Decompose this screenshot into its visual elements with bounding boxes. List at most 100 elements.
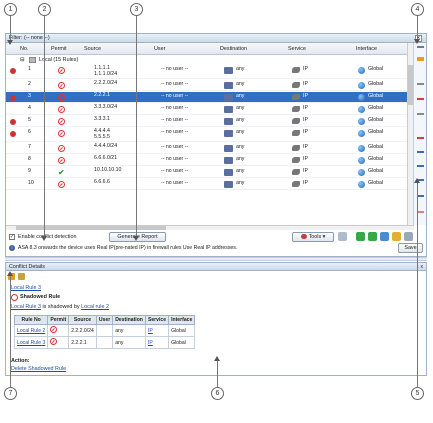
toolbar-icon[interactable] [417,113,424,115]
folder-icon [29,57,36,63]
col-user[interactable]: User [154,46,165,52]
conflict-rule-link[interactable]: Local Rule 3 [13,336,49,349]
move-down-icon[interactable] [368,232,377,241]
copy-icon[interactable] [404,232,413,241]
conflict-service[interactable]: IP [144,336,170,349]
move-to-icon[interactable] [380,232,389,241]
toolbar-icon[interactable] [417,211,424,213]
col-no[interactable]: No. [20,46,28,52]
rule-destination: any [236,93,245,99]
conflict-flag-icon[interactable] [10,119,16,125]
move-up-icon[interactable] [356,232,365,241]
callout-7-arrow [7,271,13,276]
rule-row[interactable]: 4 3.3.3.0/24 -- no user -- any IP Global [6,104,414,115]
rule-number: 7 [28,144,31,150]
rule-user: -- no user -- [161,129,189,135]
callout-4-arrow [414,39,420,44]
globe-icon [358,145,365,152]
toolbar-icon[interactable] [417,195,424,197]
conflict-details-title-bar: Conflict Details ↕ x [6,263,426,271]
rule-user: -- no user -- [161,180,189,186]
shadowing-rule-link[interactable]: Local rule 2 [81,304,109,310]
rule-row[interactable]: 9 ✔ 10.10.10.10 -- no user -- any IP Global [6,167,414,178]
edit-icon[interactable] [392,232,401,241]
conflict-detection-checkbox[interactable]: ✓ [9,234,15,240]
shadowed-rule-link[interactable]: Local Rule 3 [11,304,41,310]
toolbar-icon[interactable] [417,98,424,100]
conflict-service[interactable]: IP [144,324,170,337]
toolbar-icon[interactable] [417,57,424,61]
toolbar-icon[interactable] [417,151,424,153]
network-icon [224,94,233,101]
service-icon [292,82,300,88]
rule-source: 3.3.3.1 [94,116,110,122]
rule-row[interactable]: 10 6.6.6.6 -- no user -- any IP Global [6,179,414,190]
rule-row[interactable]: 6 4.4.4.4 5.5.5.5 -- no user -- any IP Global [6,128,414,142]
th-service: Service [144,315,170,325]
rule-source: 6.6.6.0/21 [94,155,118,161]
rule-row[interactable]: 1 1.1.1.1 1.1.1.0/24 -- no user -- any IP Glo… [6,65,414,79]
service-icon [292,94,300,100]
callout-5-arrow [414,178,420,183]
conflict-interface: Global [168,336,196,349]
delete-shadowed-rule-link[interactable]: Delete Shadowed Rule [11,366,66,372]
rule-user: -- no user -- [161,168,189,174]
grid-horizontal-scrollbar[interactable] [6,225,414,230]
callout-6-leader [217,360,218,387]
conflict-flag-icon[interactable] [10,68,16,74]
col-interface[interactable]: Interface [356,46,377,52]
filter-tool-icon[interactable] [338,232,347,241]
group-local[interactable]: ⊟ Local (15 Rules) [6,55,414,65]
toolbar-icon[interactable] [417,137,424,139]
callout-4-leader [417,16,418,40]
scroll-thumb[interactable] [16,226,166,230]
tools-menu-button[interactable]: Tools ▾ [292,232,334,242]
col-source[interactable]: Source [84,46,101,52]
toolbar-icon[interactable] [417,46,424,48]
toolbar-icon[interactable] [417,165,424,167]
rule-row[interactable]: 8 6.6.6.0/21 -- no user -- any IP Global [6,155,414,166]
conflict-table-row: Local Rule 3 2.2.2.1 any IP Global [13,336,196,349]
rule-destination: any [236,129,245,135]
rule-source: 4.4.4.4 5.5.5.5 [94,128,110,140]
rule-destination: any [236,105,245,111]
save-button[interactable]: Save [398,243,423,253]
toolbar-icon[interactable] [417,83,424,85]
service-icon [292,118,300,124]
shadowed-heading: Shadowed Rule [20,294,61,300]
deny-icon [50,326,58,333]
rule-service: IP [303,129,308,135]
rule-row[interactable]: 7 4.4.4.0/24 -- no user -- any IP Global [6,143,414,154]
rule-interface: Global [368,168,383,174]
col-destination[interactable]: Destination [220,46,247,52]
rule-number: 6 [28,129,31,135]
filter-bar[interactable]: Filter: (-- none --) x [6,34,426,43]
print-icon[interactable] [18,273,25,280]
rule-row[interactable]: 5 3.3.3.1 -- no user -- any IP Global [6,116,414,127]
rules-grid: No. Permit Source User Destination Servi… [6,43,414,225]
th-interface: Interface [168,315,196,325]
col-permit[interactable]: Permit [51,46,67,52]
col-service[interactable]: Service [288,46,306,52]
rule-service: IP [303,66,308,72]
rule-row[interactable]: 2 2.2.2.0/24 -- no user -- any IP Global [6,80,414,91]
deny-icon [50,338,58,345]
callout-3: 3 [130,3,143,16]
callout-6: 6 [211,387,224,400]
conflict-flag-icon[interactable] [10,95,16,101]
deny-icon-cell [47,324,70,337]
permit-icon: ✔ [58,168,65,177]
rule-service: IP [303,156,308,162]
rule-row[interactable]: 3 2.2.2.1 -- no user -- any IP Global [6,92,414,103]
conflict-rule-link[interactable]: Local Rule 2 [13,324,49,337]
rule-user: -- no user -- [161,144,189,150]
group-toggle-icon[interactable]: ⊟ [20,57,25,63]
deny-icon [58,157,65,164]
conflict-flag-icon[interactable] [10,131,16,137]
rule-source: 2.2.2.0/24 [94,80,118,86]
conflict-user [95,324,114,337]
conflict-table-row: Local Rule 2 2.2.2.0/24 any IP Global [13,324,196,337]
panel-splitter[interactable] [5,257,427,261]
rule-link[interactable]: Local Rule 3 [11,285,41,291]
rule-source: 2.2.2.1 [94,92,110,98]
